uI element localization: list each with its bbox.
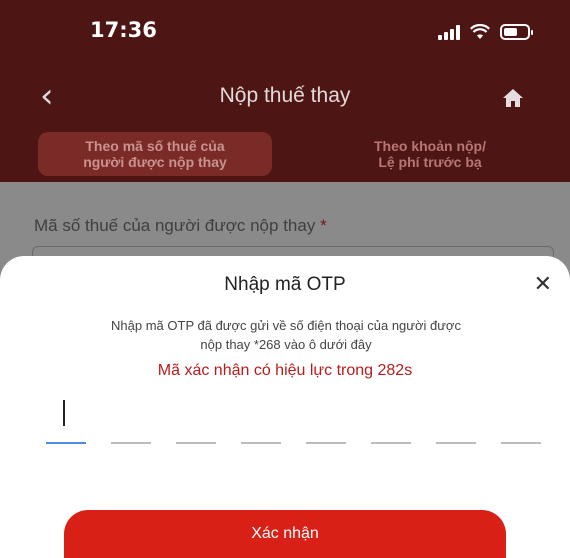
tab-label-line2: người được nộp thay [83, 154, 227, 170]
otp-digit-input[interactable] [241, 396, 281, 444]
status-icons [438, 22, 533, 42]
tab-label-line1: Theo khoản nộp/ [374, 138, 486, 154]
battery-level [504, 28, 518, 36]
status-bar: 17:36 [0, 0, 570, 66]
tab-by-taxcode[interactable]: Theo mã số thuế của người được nộp thay [38, 132, 272, 176]
close-icon[interactable]: ✕ [534, 272, 552, 297]
otp-bottom-sheet: Nhập mã OTP ✕ Nhập mã OTP đã được gửi về… [0, 256, 570, 558]
otp-digit-input[interactable] [176, 396, 216, 444]
otp-digit-input[interactable] [46, 396, 86, 444]
required-mark: * [320, 216, 327, 235]
cellular-signal-icon [438, 24, 460, 40]
tab-label-line2: Lệ phí trước bạ [378, 154, 482, 170]
status-time: 17:36 [90, 18, 157, 42]
wifi-icon [470, 24, 490, 39]
otp-digit-input[interactable] [501, 396, 541, 444]
home-icon[interactable] [502, 88, 524, 108]
page-title: Nộp thuế thay [219, 84, 351, 107]
battery-icon [500, 24, 533, 40]
tab-label-line1: Theo mã số thuế của [85, 138, 225, 154]
app-header: ‹ Nộp thuế thay [0, 66, 570, 128]
confirm-button[interactable]: Xác nhận [64, 510, 506, 558]
otp-digit-input[interactable] [111, 396, 151, 444]
text-cursor [63, 400, 65, 426]
tab-by-payment-item[interactable]: Theo khoản nộp/ Lệ phí trước bạ [330, 132, 530, 170]
otp-countdown: Mã xác nhận có hiệu lực trong 282s [157, 362, 413, 379]
otp-description: Nhập mã OTP đã được gửi về số điện thoại… [111, 318, 461, 352]
otp-digit-input[interactable] [306, 396, 346, 444]
sheet-title: Nhập mã OTP [224, 274, 346, 295]
otp-input-row [46, 396, 546, 446]
otp-digit-input[interactable] [436, 396, 476, 444]
tab-bar: Theo mã số thuế của người được nộp thay … [0, 128, 570, 182]
taxcode-field-label: Mã số thuế của người được nộp thay * [34, 216, 327, 235]
otp-digit-input[interactable] [371, 396, 411, 444]
